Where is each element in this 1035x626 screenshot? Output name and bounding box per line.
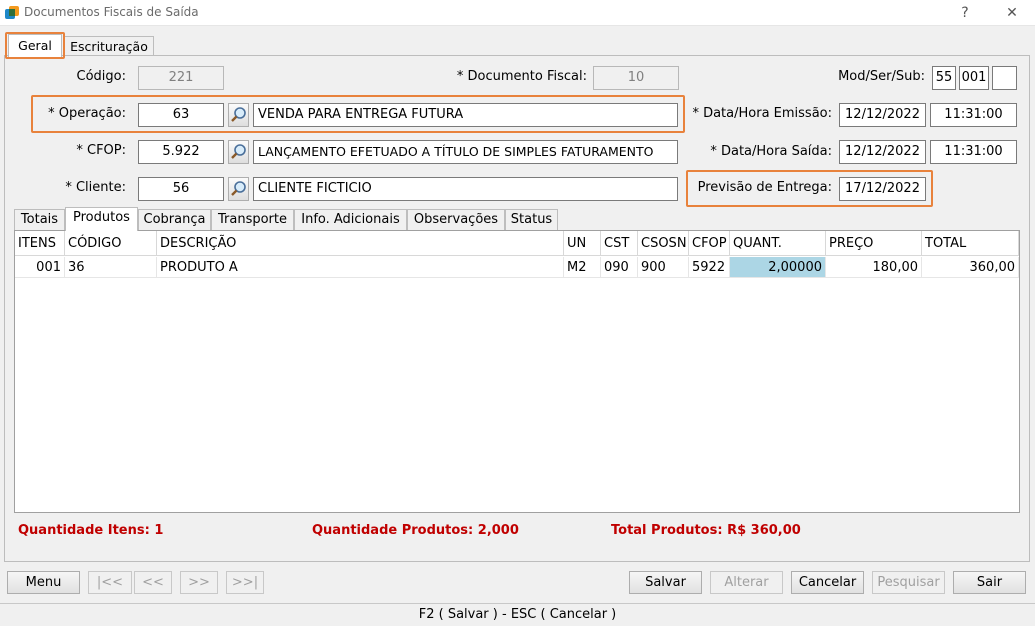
status-bar: F2 ( Salvar ) - ESC ( Cancelar ) xyxy=(0,603,1035,625)
operacao-code-field[interactable]: 63 xyxy=(138,103,224,127)
menu-button[interactable]: Menu xyxy=(7,571,80,594)
data-emissao-time-field[interactable]: 11:31:00 xyxy=(930,103,1017,127)
subtab-totais[interactable]: Totais xyxy=(14,209,65,230)
operacao-description-field[interactable]: VENDA PARA ENTREGA FUTURA xyxy=(253,103,678,127)
column-header-descricao[interactable]: DESCRIÇÃO xyxy=(157,231,564,256)
mod-ser-sub-label: Mod/Ser/Sub: xyxy=(838,69,925,84)
table-row-cell-cfop[interactable]: 5922 xyxy=(689,257,730,278)
column-header-csosn[interactable]: CSOSN xyxy=(638,231,689,256)
close-button[interactable]: ✕ xyxy=(990,0,1034,26)
summary-quantidade-produtos: Quantidade Produtos: 2,000 xyxy=(312,523,519,538)
table-row-cell-un[interactable]: M2 xyxy=(564,257,601,278)
summary-quantidade-itens: Quantidade Itens: 1 xyxy=(18,523,164,538)
column-header-un[interactable]: UN xyxy=(564,231,601,256)
table-row-cell-itens[interactable]: 001 xyxy=(15,257,65,278)
codigo-label: Código: xyxy=(76,69,126,84)
products-grid[interactable]: ITENS CÓDIGO DESCRIÇÃO UN CST CSOSN CFOP… xyxy=(14,230,1020,513)
previous-record-button[interactable]: << xyxy=(134,571,172,594)
cfop-label: * CFOP: xyxy=(76,143,126,158)
codigo-field[interactable]: 221 xyxy=(138,66,224,90)
help-button[interactable]: ? xyxy=(943,0,987,26)
cliente-search-button[interactable] xyxy=(228,177,249,201)
mod-field[interactable]: 55 xyxy=(932,66,956,90)
column-header-codigo[interactable]: CÓDIGO xyxy=(65,231,157,256)
tab-escrituracao[interactable]: Escrituração xyxy=(64,36,154,56)
table-row-cell-total[interactable]: 360,00 xyxy=(922,257,1019,278)
data-emissao-date-field[interactable]: 12/12/2022 xyxy=(839,103,926,127)
summary-total-produtos: Total Produtos: R$ 360,00 xyxy=(611,523,801,538)
sub-field[interactable] xyxy=(992,66,1017,90)
table-row-cell-quant[interactable]: 2,00000 xyxy=(730,257,826,278)
table-row-cell-cst[interactable]: 090 xyxy=(601,257,638,278)
cliente-code-field[interactable]: 56 xyxy=(138,177,224,201)
search-button[interactable]: Pesquisar xyxy=(872,571,945,594)
table-row-cell-descricao[interactable]: PRODUTO A xyxy=(157,257,564,278)
subtab-status[interactable]: Status xyxy=(505,209,558,230)
table-row-cell-preco[interactable]: 180,00 xyxy=(826,257,922,278)
app-logo-icon xyxy=(5,6,19,19)
window-title: Documentos Fiscais de Saída xyxy=(24,5,199,19)
column-header-cst[interactable]: CST xyxy=(601,231,638,256)
column-header-preco[interactable]: PREÇO xyxy=(826,231,922,256)
exit-button[interactable]: Sair xyxy=(953,571,1026,594)
edit-button[interactable]: Alterar xyxy=(710,571,783,594)
title-bar: Documentos Fiscais de Saída ? ✕ xyxy=(0,0,1035,26)
tab-geral-highlight xyxy=(5,32,65,59)
magnifier-icon xyxy=(231,107,246,122)
save-button[interactable]: Salvar xyxy=(629,571,702,594)
data-emissao-label: * Data/Hora Emissão: xyxy=(692,106,832,121)
cancel-button[interactable]: Cancelar xyxy=(791,571,864,594)
cfop-code-field[interactable]: 5.922 xyxy=(138,140,224,164)
last-record-button[interactable]: >>| xyxy=(226,571,264,594)
data-saida-date-field[interactable]: 12/12/2022 xyxy=(839,140,926,164)
operacao-label: * Operação: xyxy=(48,106,126,121)
cfop-search-button[interactable] xyxy=(228,140,249,164)
data-saida-time-field[interactable]: 11:31:00 xyxy=(930,140,1017,164)
documento-fiscal-field[interactable]: 10 xyxy=(593,66,679,90)
cliente-description-field[interactable]: CLIENTE FICTICIO xyxy=(253,177,678,201)
cliente-label: * Cliente: xyxy=(65,180,126,195)
subtab-cobranca[interactable]: Cobrança xyxy=(138,209,211,230)
column-header-itens[interactable]: ITENS xyxy=(15,231,65,256)
previsao-label: Previsão de Entrega: xyxy=(697,180,832,195)
subtab-transporte[interactable]: Transporte xyxy=(211,209,294,230)
operacao-search-button[interactable] xyxy=(228,103,249,127)
column-header-total[interactable]: TOTAL xyxy=(922,231,1019,256)
ser-field[interactable]: 001 xyxy=(959,66,989,90)
documento-fiscal-label: * Documento Fiscal: xyxy=(456,69,587,84)
previsao-date-field[interactable]: 17/12/2022 xyxy=(839,177,926,201)
first-record-button[interactable]: |<< xyxy=(88,571,132,594)
magnifier-icon xyxy=(231,144,246,159)
subtab-info-adicionais[interactable]: Info. Adicionais xyxy=(294,209,407,230)
column-header-cfop[interactable]: CFOP xyxy=(689,231,730,256)
subtab-produtos[interactable]: Produtos xyxy=(65,207,138,231)
subtab-observacoes[interactable]: Observações xyxy=(407,209,505,230)
next-record-button[interactable]: >> xyxy=(180,571,218,594)
table-row-cell-csosn[interactable]: 900 xyxy=(638,257,689,278)
column-header-quant[interactable]: QUANT. xyxy=(730,231,826,256)
table-row-cell-codigo[interactable]: 36 xyxy=(65,257,157,278)
cfop-description-field[interactable]: LANÇAMENTO EFETUADO A TÍTULO DE SIMPLES … xyxy=(253,140,678,164)
magnifier-icon xyxy=(231,181,246,196)
data-saida-label: * Data/Hora Saída: xyxy=(710,144,832,159)
